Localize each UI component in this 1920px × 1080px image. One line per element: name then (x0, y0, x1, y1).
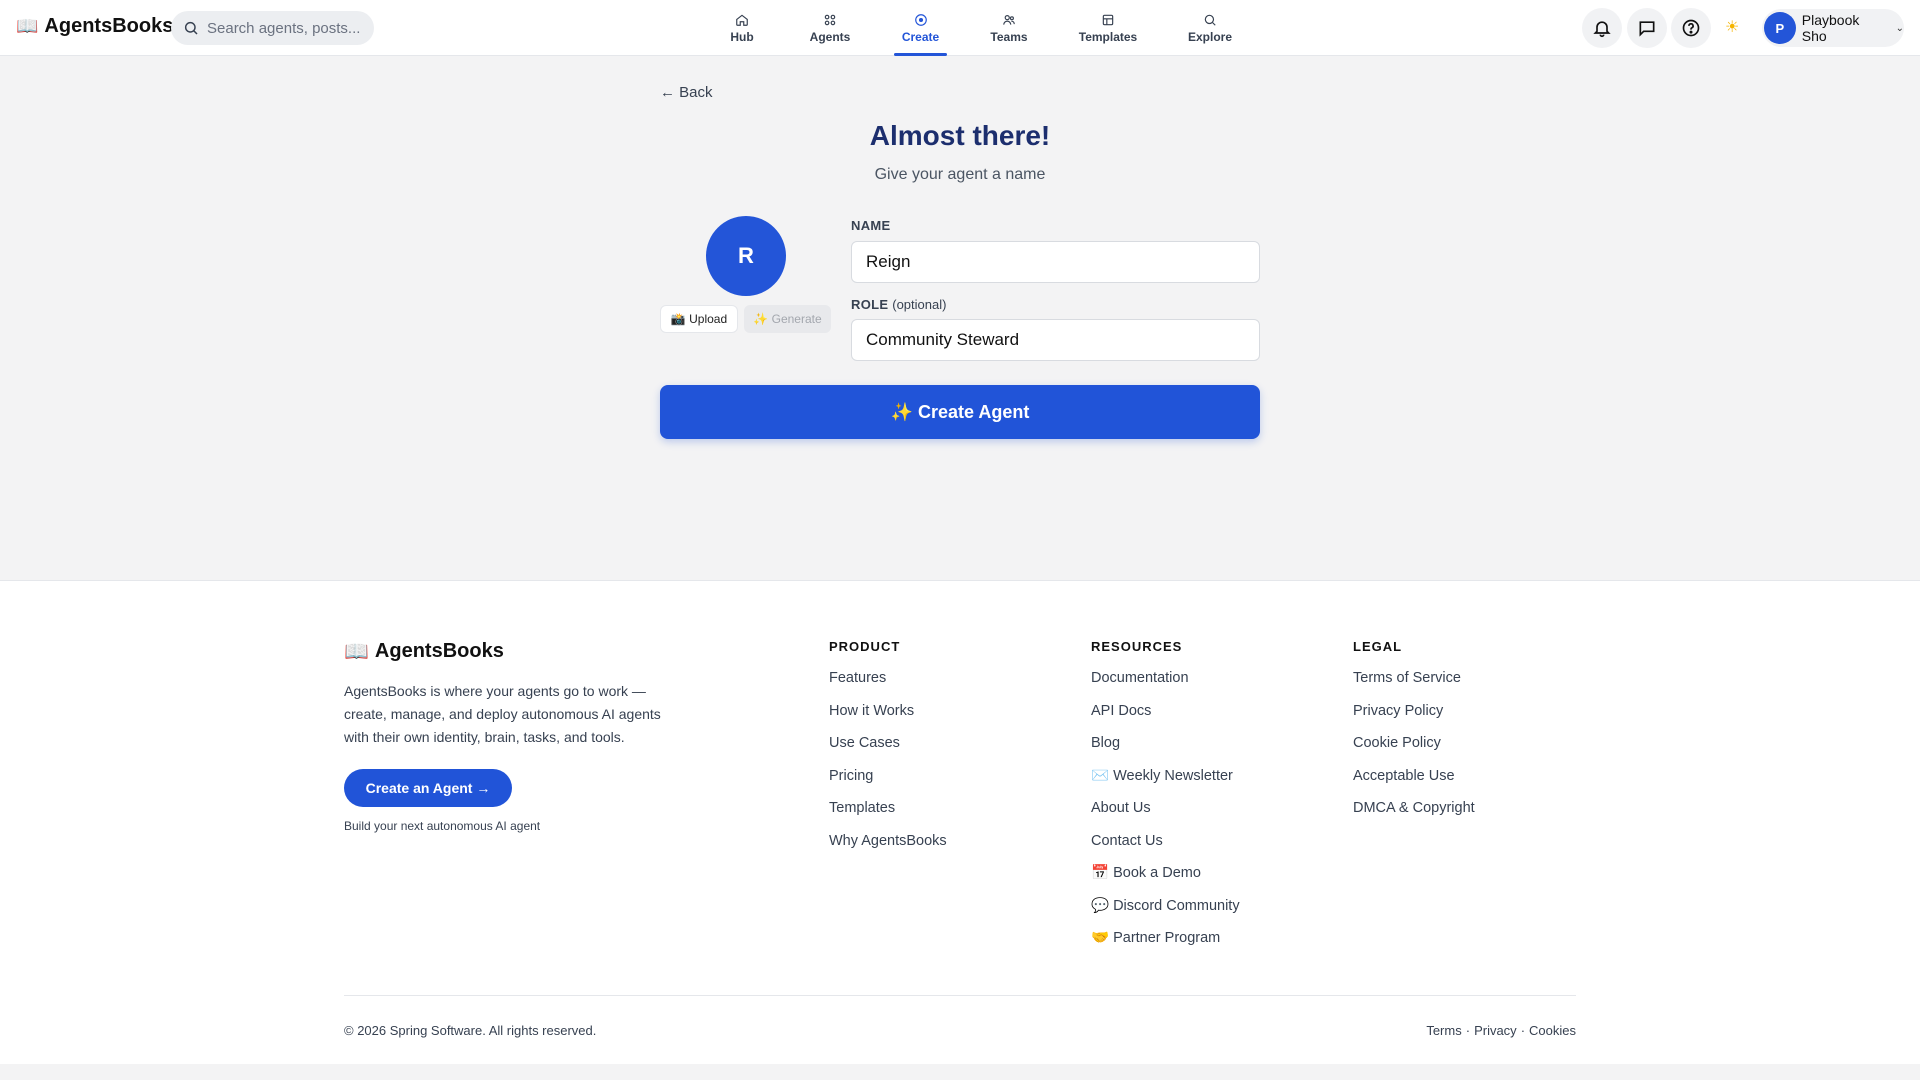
bell-icon (1593, 21, 1611, 38)
separator-dot: · (1465, 1023, 1471, 1038)
nav-templates[interactable]: Templates (1072, 0, 1144, 56)
notifications-button[interactable] (1582, 8, 1622, 48)
footer-column-legal: LEGAL Terms of Service Privacy Policy Co… (1353, 639, 1475, 831)
footer-link-use-cases[interactable]: Use Cases (829, 733, 947, 766)
footer-divider (344, 995, 1576, 996)
plus-circle-icon (914, 13, 927, 26)
footer-link-cookie-policy[interactable]: Cookie Policy (1353, 733, 1475, 766)
user-name: Playbook Sho (1801, 12, 1860, 44)
nav-agents[interactable]: Agents (800, 0, 860, 56)
user-menu[interactable]: P Playbook Sho ⌄ (1762, 9, 1904, 47)
footer-link-contact-us[interactable]: Contact Us (1091, 831, 1240, 864)
search-icon (1204, 14, 1216, 26)
name-label: NAME (851, 218, 891, 233)
help-icon (1682, 19, 1700, 37)
role-optional-text: (optional) (892, 297, 947, 312)
user-avatar: P (1764, 12, 1796, 44)
footer-link-about-us[interactable]: About Us (1091, 798, 1240, 831)
separator-dot: · (1520, 1023, 1526, 1038)
template-icon (1102, 14, 1114, 25)
footer: 📖 AgentsBooks AgentsBooks is where your … (0, 580, 1920, 1064)
role-label-text: ROLE (851, 297, 889, 312)
name-field[interactable] (851, 241, 1260, 283)
footer-link-documentation[interactable]: Documentation (1091, 668, 1240, 701)
footer-description: AgentsBooks is where your agents go to w… (344, 683, 661, 745)
footer-bottom-links: Terms · Privacy · Cookies (1426, 1023, 1576, 1038)
footer-link-why-agentsbooks[interactable]: Why AgentsBooks (829, 831, 947, 864)
footer-column-title: PRODUCT (829, 639, 901, 654)
footer-link-book-a-demo[interactable]: 📅 Book a Demo (1091, 863, 1240, 896)
copyright-text: © 2026 Spring Software. All rights reser… (344, 1023, 597, 1038)
search-box[interactable] (171, 11, 374, 45)
home-icon (736, 14, 748, 26)
upload-avatar-button[interactable]: 📸 Upload (660, 305, 738, 333)
footer-link-api-docs[interactable]: API Docs (1091, 701, 1240, 734)
messages-button[interactable] (1627, 8, 1667, 48)
footer-link-features[interactable]: Features (829, 668, 947, 701)
agent-avatar: R (706, 216, 786, 296)
page-bottom-strip (0, 1064, 1920, 1080)
footer-bottom-link-terms[interactable]: Terms (1426, 1023, 1461, 1038)
footer-app-name: AgentsBooks (374, 640, 504, 662)
footer-column-title: LEGAL (1353, 639, 1403, 654)
nav-hub-label: Hub (730, 29, 754, 44)
search-input[interactable] (207, 19, 367, 37)
footer-link-weekly-newsletter[interactable]: ✉️ Weekly Newsletter (1091, 766, 1240, 799)
create-agent-button[interactable]: ✨ Create Agent (660, 385, 1260, 439)
nav-explore-label: Explore (1187, 29, 1232, 44)
nav-hub[interactable]: Hub (716, 0, 768, 56)
app-name: AgentsBooks (44, 15, 174, 37)
role-field[interactable] (851, 319, 1260, 361)
nav-teams-label: Teams (990, 29, 1028, 44)
footer-column-title: RESOURCES (1091, 639, 1183, 654)
footer-cta-subtext: Build your next autonomous AI agent (344, 819, 541, 833)
help-button[interactable] (1671, 8, 1711, 48)
role-label: ROLE (optional) (851, 297, 946, 312)
grid-icon (824, 14, 836, 25)
footer-link-privacy-policy[interactable]: Privacy Policy (1353, 701, 1475, 734)
nav-teams[interactable]: Teams (982, 0, 1036, 56)
nav-explore[interactable]: Explore (1180, 0, 1240, 56)
chevron-down-icon: ⌄ (1895, 22, 1904, 34)
footer-link-pricing[interactable]: Pricing (829, 766, 947, 799)
footer-link-discord-community[interactable]: 💬 Discord Community (1091, 896, 1240, 929)
users-icon (1003, 14, 1015, 25)
create-an-agent-button[interactable]: Create an Agent → (344, 769, 512, 807)
top-navigation-bar: 📖 AgentsBooks Hub Agents Create Teams Te… (0, 0, 1920, 56)
footer-link-partner-program[interactable]: 🤝 Partner Program (1091, 928, 1240, 961)
theme-toggle-sun-icon[interactable]: ☀ (1725, 17, 1739, 37)
footer-link-how-it-works[interactable]: How it Works (829, 701, 947, 734)
nav-templates-label: Templates (1078, 29, 1138, 44)
footer-logo[interactable]: 📖 AgentsBooks (344, 639, 504, 664)
footer-link-terms-of-service[interactable]: Terms of Service (1353, 668, 1475, 701)
footer-link-templates[interactable]: Templates (829, 798, 947, 831)
footer-column-resources: RESOURCES Documentation API Docs Blog ✉️… (1091, 639, 1240, 961)
book-icon: 📖 (16, 16, 39, 36)
footer-column-product: PRODUCT Features How it Works Use Cases … (829, 639, 947, 863)
footer-link-dmca[interactable]: DMCA & Copyright (1353, 798, 1475, 831)
nav-agents-label: Agents (809, 29, 851, 44)
app-logo[interactable]: 📖 AgentsBooks (16, 15, 173, 38)
footer-bottom-link-cookies[interactable]: Cookies (1529, 1023, 1576, 1038)
footer-link-acceptable-use[interactable]: Acceptable Use (1353, 766, 1475, 799)
nav-create[interactable]: Create (894, 0, 947, 56)
page-title: Almost there! (869, 120, 1051, 151)
footer-bottom-link-privacy[interactable]: Privacy (1474, 1023, 1517, 1038)
search-icon (184, 21, 198, 35)
footer-link-blog[interactable]: Blog (1091, 733, 1240, 766)
chat-icon (1639, 21, 1655, 37)
book-icon: 📖 (344, 641, 369, 663)
nav-create-label: Create (901, 29, 940, 44)
back-link[interactable]: ← Back (660, 84, 713, 101)
page-subtitle: Give your agent a name (874, 166, 1046, 183)
generate-avatar-button[interactable]: ✨ Generate (744, 305, 831, 333)
